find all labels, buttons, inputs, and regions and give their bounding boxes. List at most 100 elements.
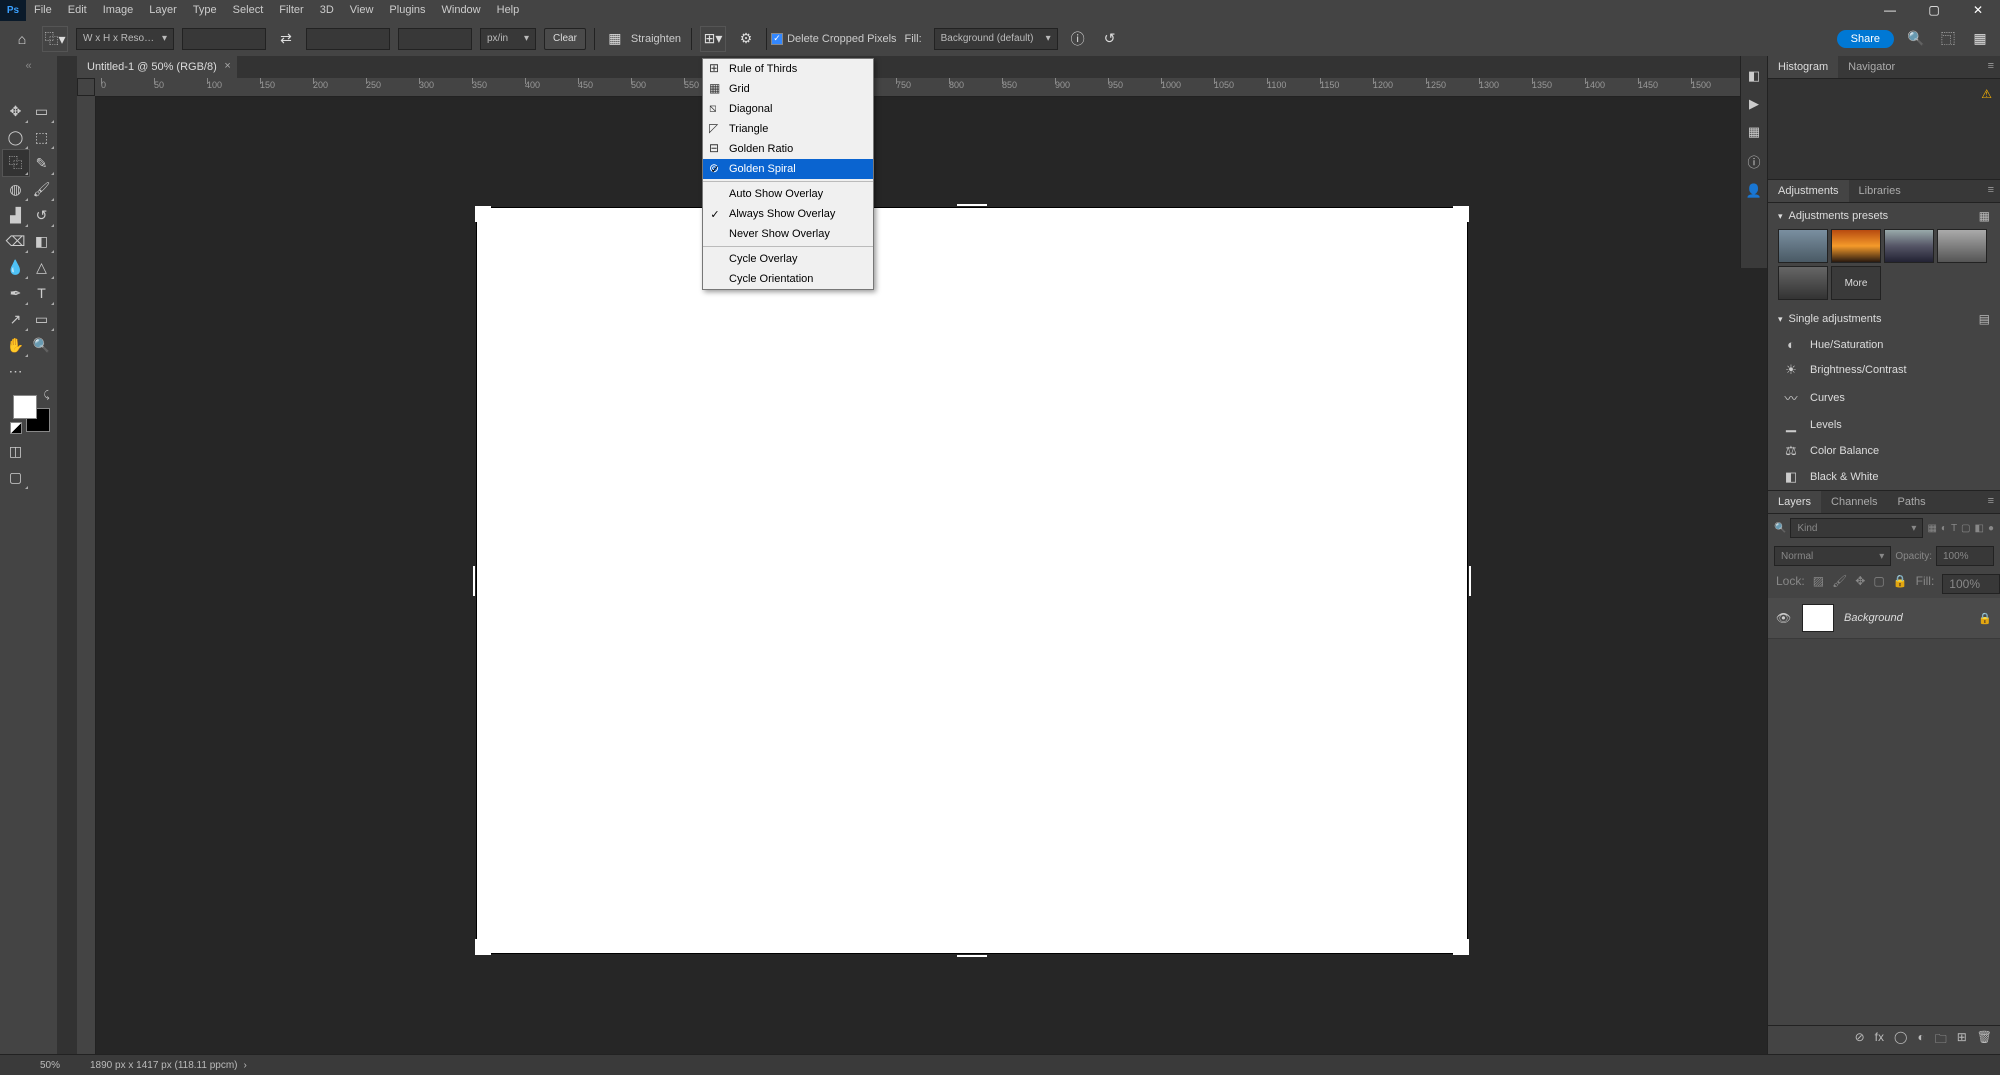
delete-cropped-checkbox[interactable]: ✓ (771, 33, 783, 45)
crop-tool-icon[interactable]: ⿻▾ (42, 26, 68, 52)
panel-menu-icon[interactable]: ≡ (1982, 56, 2000, 78)
zoom-level[interactable]: 50% (20, 1060, 80, 1071)
lasso-tool-icon[interactable]: ◯ (3, 124, 29, 150)
overlay-golden-ratio[interactable]: ⊟Golden Ratio (703, 139, 873, 159)
screenmode-icon[interactable]: ▢ (3, 464, 29, 490)
edit-toolbar-icon[interactable]: ⋯ (3, 358, 29, 384)
default-colors-icon[interactable] (10, 422, 22, 434)
adjustment-layer-icon[interactable]: ◐ (1917, 1030, 1924, 1051)
menu-layer[interactable]: Layer (141, 0, 185, 21)
window-minimize-button[interactable]: — (1868, 0, 1912, 21)
preset-thumb[interactable] (1778, 229, 1828, 263)
lock-all-icon[interactable]: 🔒 (1893, 574, 1908, 594)
overlay-grid[interactable]: ▦Grid (703, 79, 873, 99)
crop-preset-select[interactable]: W x H x Reso…▾ (76, 28, 174, 50)
delete-layer-icon[interactable]: 🗑 (1977, 1030, 1992, 1051)
layer-lock-icon[interactable]: 🔒 (1978, 612, 1992, 625)
list-view-icon[interactable]: ▤ (1979, 312, 1990, 326)
swap-colors-icon[interactable]: ⤹ (44, 390, 50, 401)
filter-shape-icon[interactable]: ▢ (1961, 523, 1970, 534)
layer-mask-icon[interactable]: ◯ (1894, 1030, 1907, 1051)
filter-image-icon[interactable]: ▦ (1927, 523, 1936, 534)
menu-select[interactable]: Select (225, 0, 272, 21)
visibility-toggle-icon[interactable]: 👁 (1776, 611, 1792, 625)
menu-plugins[interactable]: Plugins (381, 0, 433, 21)
preset-thumb[interactable] (1937, 229, 1987, 263)
adjustments-tab[interactable]: Adjustments (1768, 180, 1849, 202)
healing-tool-icon[interactable]: ◍ (3, 176, 29, 202)
histogram-tab[interactable]: Histogram (1768, 56, 1838, 78)
layer-filter-select[interactable]: Kind▾ (1790, 518, 1923, 538)
ruler-origin[interactable] (77, 78, 95, 96)
menu-image[interactable]: Image (95, 0, 142, 21)
crop-handle-l[interactable] (473, 566, 480, 596)
overlay-diagonal[interactable]: ⧅Diagonal (703, 99, 873, 119)
lock-image-icon[interactable]: 🖌 (1832, 574, 1847, 594)
libraries-tab[interactable]: Libraries (1849, 180, 1911, 202)
stamp-tool-icon[interactable]: ▟ (3, 202, 29, 228)
marquee-tool-icon[interactable]: ▭ (29, 98, 55, 124)
undo-icon[interactable]: ↺ (1098, 27, 1122, 51)
properties-panel-icon[interactable]: 👤 (1746, 183, 1762, 199)
shape-tool-icon[interactable]: ▭ (29, 306, 55, 332)
adjustment-curves[interactable]: 〰Curves (1768, 383, 2000, 412)
filter-type-icon[interactable]: T (1951, 523, 1957, 534)
menu-window[interactable]: Window (434, 0, 489, 21)
layer-row-background[interactable]: 👁 Background 🔒 (1768, 598, 2000, 639)
navigator-tab[interactable]: Navigator (1838, 56, 1905, 78)
eraser-tool-icon[interactable]: ⌫ (3, 228, 29, 254)
color-swatches[interactable]: ⤹ (10, 392, 48, 430)
quickmask-icon[interactable]: ◫ (3, 438, 29, 464)
crop-handle-r[interactable] (1464, 566, 1471, 596)
fill-input[interactable]: 100% (1942, 574, 2000, 594)
overlay-rule-of-thirds[interactable]: ⊞Rule of Thirds (703, 59, 873, 79)
single-adjustments-header[interactable]: ▾Single adjustments ▤ (1768, 306, 2000, 332)
overlay-cycle-orientation[interactable]: Cycle Orientation (703, 269, 873, 289)
lock-transparency-icon[interactable]: ▨ (1813, 574, 1824, 594)
menu-filter[interactable]: Filter (271, 0, 311, 21)
canvas-area[interactable]: 0501001502002503003504004505005506006507… (77, 78, 1768, 1055)
reset-icon[interactable]: ⓘ (1066, 27, 1090, 51)
home-icon[interactable]: ⌂ (10, 27, 34, 51)
menu-type[interactable]: Type (185, 0, 225, 21)
lock-artboard-icon[interactable]: ▢ (1873, 574, 1884, 594)
workspace-icon[interactable]: ▦ (1968, 27, 1992, 51)
preset-thumb[interactable] (1778, 266, 1828, 300)
document-info[interactable]: 1890 px x 1417 px (118.11 ppcm) (90, 1060, 238, 1071)
gradient-tool-icon[interactable]: ◧ (29, 228, 55, 254)
share-button[interactable]: Share (1837, 30, 1894, 48)
filter-smart-icon[interactable]: ◧ (1975, 523, 1984, 534)
lock-position-icon[interactable]: ✥ (1855, 574, 1865, 594)
menu-3d[interactable]: 3D (312, 0, 342, 21)
selection-tool-icon[interactable]: ⬚ (29, 124, 55, 150)
crop-width-input[interactable] (182, 28, 266, 50)
crop-settings-icon[interactable]: ⚙ (734, 27, 758, 51)
path-tool-icon[interactable]: ↗ (3, 306, 29, 332)
straighten-label[interactable]: Straighten (631, 33, 681, 45)
close-tab-icon[interactable]: × (224, 60, 230, 72)
panel-menu-icon[interactable]: ≡ (1982, 180, 2000, 202)
move-tool-icon[interactable]: ✥ (3, 98, 29, 124)
horizontal-ruler[interactable]: 0501001502002503003504004505005506006507… (95, 78, 1768, 97)
opacity-input[interactable]: 100% (1936, 546, 1994, 566)
gradients-panel-icon[interactable]: ▦ (1748, 124, 1760, 140)
overlay-never-show-overlay[interactable]: Never Show Overlay (703, 224, 873, 244)
preset-more-button[interactable]: More (1831, 266, 1881, 300)
cloud-docs-icon[interactable]: ⿹ (1936, 27, 1960, 51)
fill-select[interactable]: Background (default)▾ (934, 28, 1058, 50)
overlay-triangle[interactable]: ◸Triangle (703, 119, 873, 139)
preset-thumb[interactable] (1831, 229, 1881, 263)
adjustment-levels[interactable]: ▁Levels (1768, 412, 2000, 438)
link-layers-icon[interactable]: ⊘ (1855, 1030, 1865, 1051)
vertical-ruler[interactable] (77, 96, 96, 1055)
zoom-tool-icon[interactable]: 🔍 (29, 332, 55, 358)
blend-mode-select[interactable]: Normal▾ (1774, 546, 1891, 566)
app-logo-icon[interactable]: Ps (0, 0, 26, 21)
document-tab[interactable]: Untitled-1 @ 50% (RGB/8) × (77, 56, 237, 78)
filter-adjust-icon[interactable]: ◐ (1941, 523, 1947, 534)
pen-tool-icon[interactable]: ✒ (3, 280, 29, 306)
document-canvas[interactable] (477, 208, 1467, 953)
panel-menu-icon[interactable]: ≡ (1982, 491, 2000, 513)
overlay-golden-spiral[interactable]: ⊚✓Golden Spiral (703, 159, 873, 179)
clear-button[interactable]: Clear (544, 28, 586, 50)
